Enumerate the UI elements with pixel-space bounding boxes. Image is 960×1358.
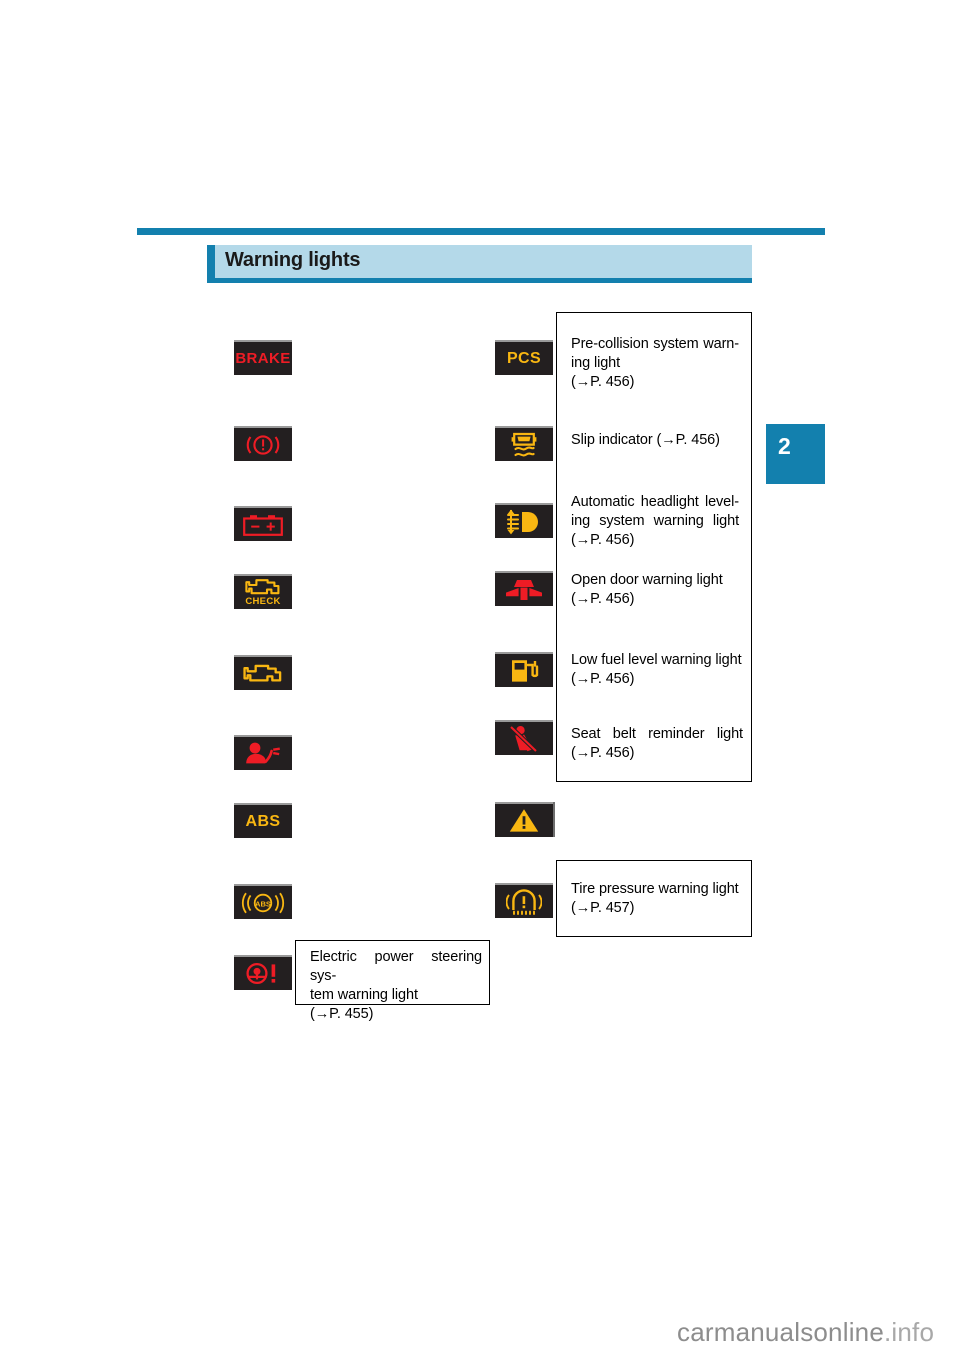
abs-warning-icon: ABS <box>234 803 292 838</box>
eps-desc-line3: (→P. 455) <box>310 1005 374 1022</box>
pcs-description: Pre-collision system warn- ing light (→P… <box>571 335 739 392</box>
door-desc-line1: Open door warning light <box>571 572 723 588</box>
tire-desc-line1: Tire pressure warning light <box>571 881 739 897</box>
steering-wheel-glyph <box>246 962 276 985</box>
slip-description: Slip indicator (→P. 456) <box>571 431 739 450</box>
brake-text-warning-icon: BRAKE <box>234 340 292 375</box>
brake-system-glyph <box>246 434 280 455</box>
brake-system-warning-icon <box>234 426 292 461</box>
open-door-glyph <box>506 579 542 600</box>
pre-collision-system-warning-icon: PCS <box>495 340 553 375</box>
eps-callout: Electric power steering sys- tem warning… <box>295 940 490 1022</box>
engine-malfunction-warning-icon <box>234 655 292 690</box>
fuel-desc-line1: Low fuel level warning light <box>571 652 742 668</box>
section-header: Warning lights <box>207 245 752 283</box>
tire-pressure-callout: Tire pressure warning light (→P. 457) <box>556 860 752 937</box>
tire-desc-line2: (→P. 457) <box>571 899 635 916</box>
engine-block-glyph <box>245 579 280 595</box>
check-engine-label: CHECK <box>245 596 281 608</box>
svg-text:ABS: ABS <box>255 899 271 908</box>
belt-desc-line2: (→P. 456) <box>571 744 635 761</box>
fuel-pump-glyph <box>512 659 539 682</box>
pcs-label: PCS <box>506 349 542 367</box>
seat-belt-glyph <box>509 724 538 753</box>
pcs-desc-line3: (→P. 456) <box>571 373 635 390</box>
seat-belt-description: Seat belt reminder light (→P. 456) <box>571 725 743 763</box>
eps-description: Electric power steering sys- tem warning… <box>310 948 482 1023</box>
door-desc-line2: (→P. 456) <box>571 590 635 607</box>
headlight-level-description: Automatic headlight level- ing system wa… <box>571 493 739 550</box>
hl-desc-line3: (→P. 456) <box>571 531 635 548</box>
abs-rings-glyph: ABS <box>241 892 285 913</box>
header-rule <box>137 228 825 235</box>
abs-brake-assist-warning-icon: ABS <box>234 884 292 919</box>
warning-triangle-glyph <box>509 809 539 832</box>
fuel-desc-line2: (→P. 456) <box>571 670 635 687</box>
check-engine-warning-icon: CHECK <box>234 574 292 609</box>
tire-pressure-warning-icon <box>495 883 553 918</box>
airbag-glyph <box>246 742 280 764</box>
slip-indicator-icon <box>495 426 553 461</box>
manual-page: Warning lights 2 BRAKE CHECK ABS ABS PCS… <box>0 0 960 1358</box>
watermark-name: carmanualsonline <box>677 1317 884 1347</box>
section-header-accent <box>207 245 215 278</box>
engine-block-glyph <box>243 664 282 682</box>
watermark-tld: .info <box>884 1317 935 1347</box>
srs-airbag-warning-icon <box>234 735 292 770</box>
open-door-description: Open door warning light (→P. 456) <box>571 571 739 609</box>
seat-belt-reminder-icon <box>495 720 553 755</box>
battery-glyph <box>243 514 283 536</box>
open-door-warning-icon <box>495 571 553 606</box>
auto-headlight-leveling-warning-icon <box>495 503 553 538</box>
brake-text-label: BRAKE <box>235 350 291 367</box>
tire-pressure-glyph <box>506 888 542 915</box>
chapter-tab[interactable]: 2 <box>766 424 825 484</box>
eps-desc-line1: Electric power steering sys- <box>310 949 482 984</box>
right-descriptions-callout: Pre-collision system warn- ing light (→P… <box>556 312 752 782</box>
slip-car-glyph <box>511 432 537 456</box>
belt-desc-line1: Seat belt reminder light <box>571 726 743 742</box>
abs-label: ABS <box>245 812 281 830</box>
slip-desc-line1: Slip indicator (→P. 456) <box>571 432 720 448</box>
eps-desc-line2: tem warning light <box>310 986 418 1003</box>
pcs-desc-line2: ing light <box>571 354 621 371</box>
master-warning-triangle-icon <box>495 802 553 837</box>
battery-charging-warning-icon <box>234 506 292 541</box>
electric-power-steering-warning-icon <box>234 955 292 990</box>
page-title: Warning lights <box>225 249 361 271</box>
site-watermark: carmanualsonline.info <box>677 1317 934 1348</box>
hl-desc-line1: Automatic headlight level- <box>571 494 739 510</box>
chapter-number: 2 <box>778 433 791 459</box>
section-header-underline <box>207 278 752 283</box>
tire-pressure-description: Tire pressure warning light (→P. 457) <box>571 880 743 918</box>
hl-desc-line2: ing system warning light <box>571 512 739 529</box>
pcs-desc-line1: Pre-collision system warn- <box>571 336 739 352</box>
low-fuel-description: Low fuel level warning light (→P. 456) <box>571 651 743 689</box>
headlight-leveling-glyph <box>507 509 538 534</box>
low-fuel-level-warning-icon <box>495 652 553 687</box>
